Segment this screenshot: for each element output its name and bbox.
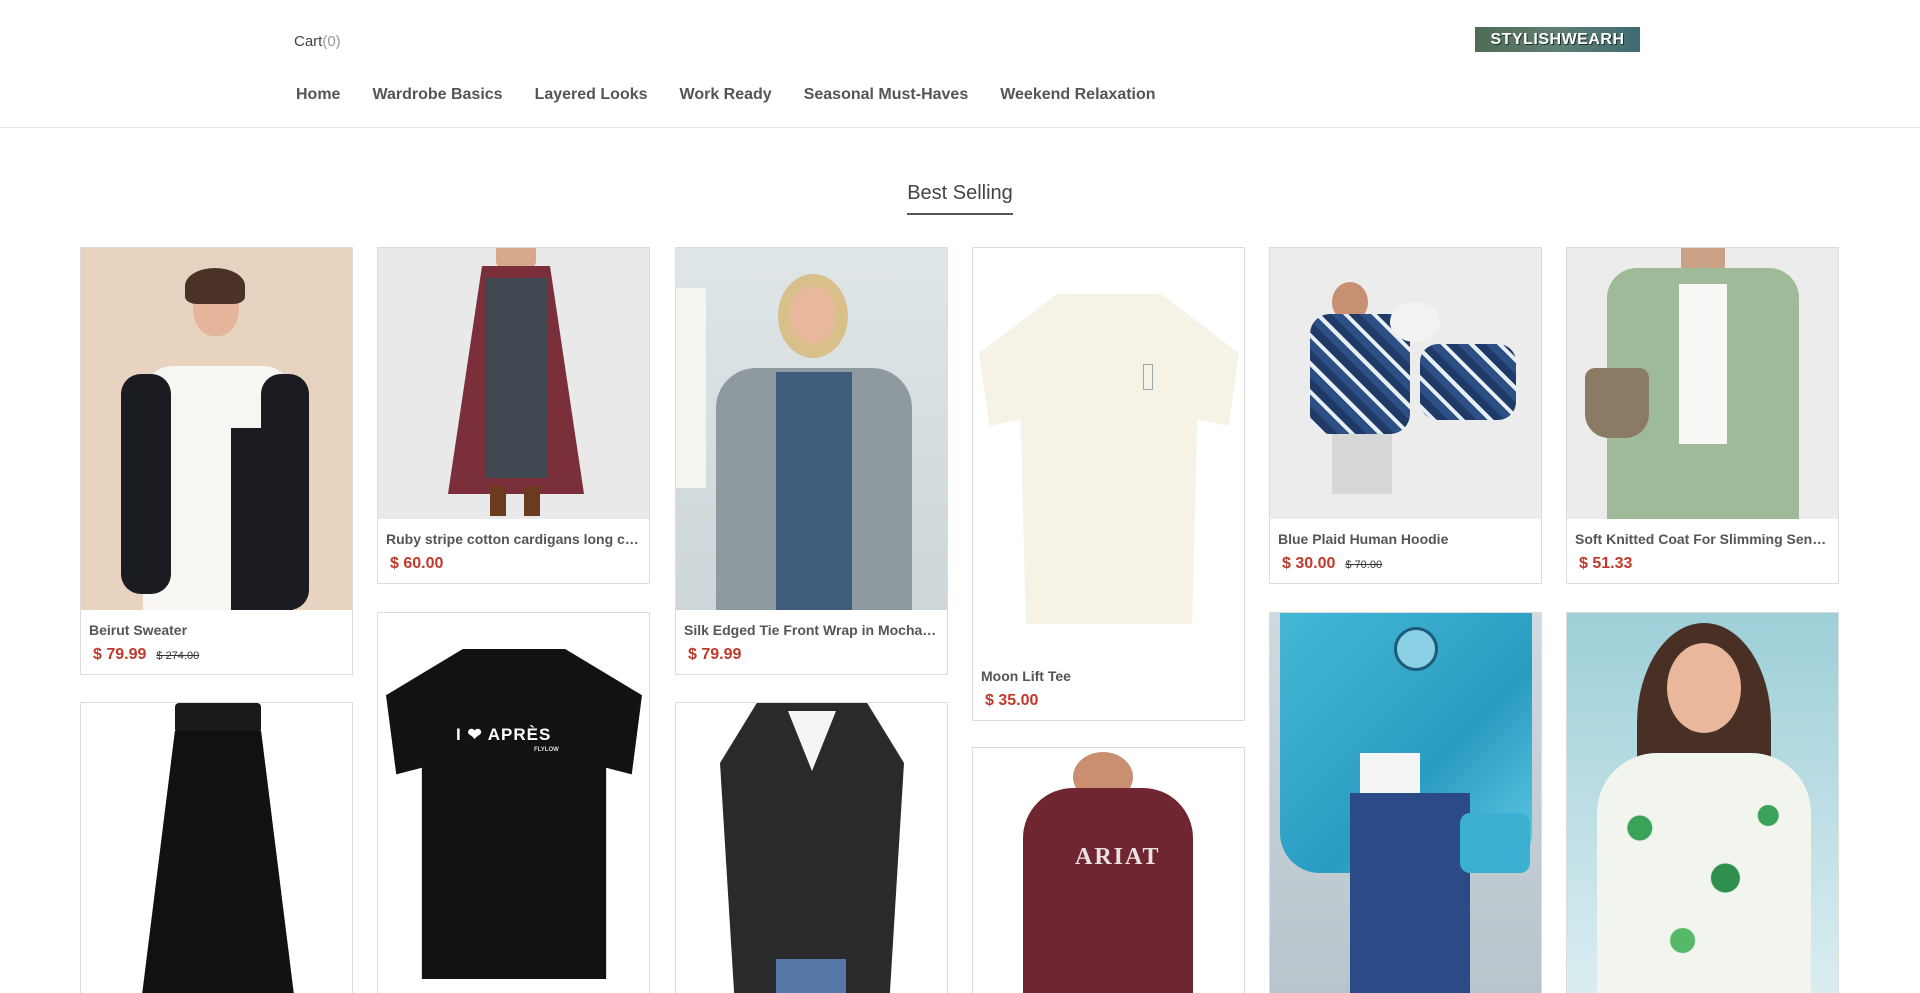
skirt-body bbox=[141, 731, 295, 993]
jeans bbox=[776, 959, 846, 993]
dress-body bbox=[486, 278, 548, 478]
product-name[interactable]: Blue Plaid Human Hoodie bbox=[1278, 531, 1533, 547]
skirt-waistband bbox=[175, 703, 261, 733]
product-card[interactable]: Blue Plaid Human Hoodie $ 30.00 $ 70.00 bbox=[1269, 247, 1542, 584]
site-header: Cart(0) STYLISHWEARH Home Wardrobe Basic… bbox=[0, 0, 1920, 128]
product-card[interactable]: Ruby stripe cotton cardigans long c… $ 6… bbox=[377, 247, 650, 584]
product-card[interactable]: Beirut Sweater $ 79.99 $ 274.00 bbox=[80, 247, 353, 675]
product-price: $ 30.00 bbox=[1282, 555, 1336, 572]
white-top bbox=[1679, 284, 1727, 444]
floral-blouse bbox=[1597, 753, 1811, 993]
tshirt-black bbox=[386, 649, 642, 979]
dog-head bbox=[1390, 302, 1440, 342]
model-face bbox=[790, 286, 836, 344]
section-title: Best Selling bbox=[907, 182, 1013, 215]
product-card[interactable]: I ❤ APRÈS FLYLOW bbox=[377, 612, 650, 993]
product-card[interactable] bbox=[80, 702, 353, 993]
product-image[interactable]: I ❤ APRÈS FLYLOW bbox=[378, 613, 649, 993]
product-price: $ 79.99 bbox=[93, 646, 147, 663]
man-pants bbox=[1332, 434, 1392, 494]
nav-item-home[interactable]: Home bbox=[280, 82, 356, 108]
jacket-patch bbox=[1394, 627, 1438, 671]
tshirt-chest-logo bbox=[1143, 364, 1153, 390]
site-logo[interactable]: STYLISHWEARH bbox=[1475, 27, 1640, 52]
hoodie-print-text: ARIAT bbox=[1075, 844, 1161, 870]
product-name[interactable]: Beirut Sweater bbox=[89, 622, 344, 638]
product-name[interactable]: Silk Edged Tie Front Wrap in Mocha… bbox=[684, 622, 939, 638]
product-old-price: $ 274.00 bbox=[156, 650, 200, 662]
denim-dress bbox=[776, 372, 852, 610]
product-image[interactable] bbox=[81, 703, 352, 993]
nav-item-wardrobe-basics[interactable]: Wardrobe Basics bbox=[356, 82, 518, 108]
nav-item-work-ready[interactable]: Work Ready bbox=[664, 82, 788, 108]
tote-bag bbox=[1585, 368, 1649, 438]
blue-jeans bbox=[1350, 793, 1470, 993]
nav-item-weekend-relaxation[interactable]: Weekend Relaxation bbox=[984, 82, 1171, 108]
sweater-left-sleeve bbox=[121, 374, 171, 594]
product-card[interactable] bbox=[1269, 612, 1542, 993]
product-image[interactable] bbox=[1270, 248, 1541, 519]
product-price: $ 51.33 bbox=[1579, 555, 1633, 572]
tshirt-cream bbox=[979, 294, 1239, 624]
product-image[interactable] bbox=[1270, 613, 1541, 993]
tshirt-print-text: I ❤ APRÈS bbox=[456, 725, 552, 744]
product-image[interactable]: ARIAT bbox=[973, 748, 1244, 993]
product-card[interactable]: Soft Knitted Coat For Slimming Sen… $ 51… bbox=[1566, 247, 1839, 584]
nav-item-layered-looks[interactable]: Layered Looks bbox=[519, 82, 664, 108]
product-card[interactable]: Moon Lift Tee $ 35.00 bbox=[972, 247, 1245, 721]
tshirt-print-brand: FLYLOW bbox=[534, 747, 559, 753]
nav-item-seasonal-must-haves[interactable]: Seasonal Must-Haves bbox=[788, 82, 985, 108]
jacket-cuff bbox=[1460, 813, 1530, 873]
cart-label: Cart bbox=[294, 33, 323, 50]
crop-top bbox=[1360, 753, 1420, 793]
model-face bbox=[1667, 643, 1741, 733]
product-image[interactable] bbox=[378, 248, 649, 519]
boot-right bbox=[524, 486, 540, 516]
product-card[interactable] bbox=[1566, 612, 1839, 993]
product-name[interactable]: Ruby stripe cotton cardigans long c… bbox=[386, 531, 641, 547]
product-card[interactable]: Silk Edged Tie Front Wrap in Mocha… $ 79… bbox=[675, 247, 948, 675]
section-heading: Best Selling bbox=[0, 182, 1920, 215]
main-nav: Home Wardrobe Basics Layered Looks Work … bbox=[280, 82, 1172, 108]
product-price: $ 35.00 bbox=[985, 692, 1039, 709]
product-image[interactable] bbox=[1567, 248, 1838, 519]
product-name[interactable]: Soft Knitted Coat For Slimming Sen… bbox=[1575, 531, 1830, 547]
cart-link[interactable]: Cart(0) bbox=[294, 33, 341, 50]
cart-count: (0) bbox=[322, 33, 341, 50]
sweater-panel bbox=[231, 428, 293, 610]
product-image[interactable] bbox=[973, 248, 1244, 656]
product-image[interactable] bbox=[1567, 613, 1838, 993]
product-image[interactable] bbox=[81, 248, 352, 610]
product-price: $ 79.99 bbox=[688, 646, 742, 663]
hoodie-burgundy bbox=[1023, 788, 1193, 993]
model-hair bbox=[185, 268, 245, 304]
boot-left bbox=[490, 486, 506, 516]
product-price: $ 60.00 bbox=[390, 555, 444, 572]
product-card[interactable] bbox=[675, 702, 948, 993]
product-name[interactable]: Moon Lift Tee bbox=[981, 668, 1236, 684]
product-card[interactable]: ARIAT bbox=[972, 747, 1245, 993]
product-old-price: $ 70.00 bbox=[1345, 559, 1383, 571]
product-image[interactable] bbox=[676, 248, 947, 610]
product-image[interactable] bbox=[676, 703, 947, 993]
window-frame bbox=[676, 288, 706, 488]
dog-plaid-hoodie bbox=[1420, 344, 1516, 420]
